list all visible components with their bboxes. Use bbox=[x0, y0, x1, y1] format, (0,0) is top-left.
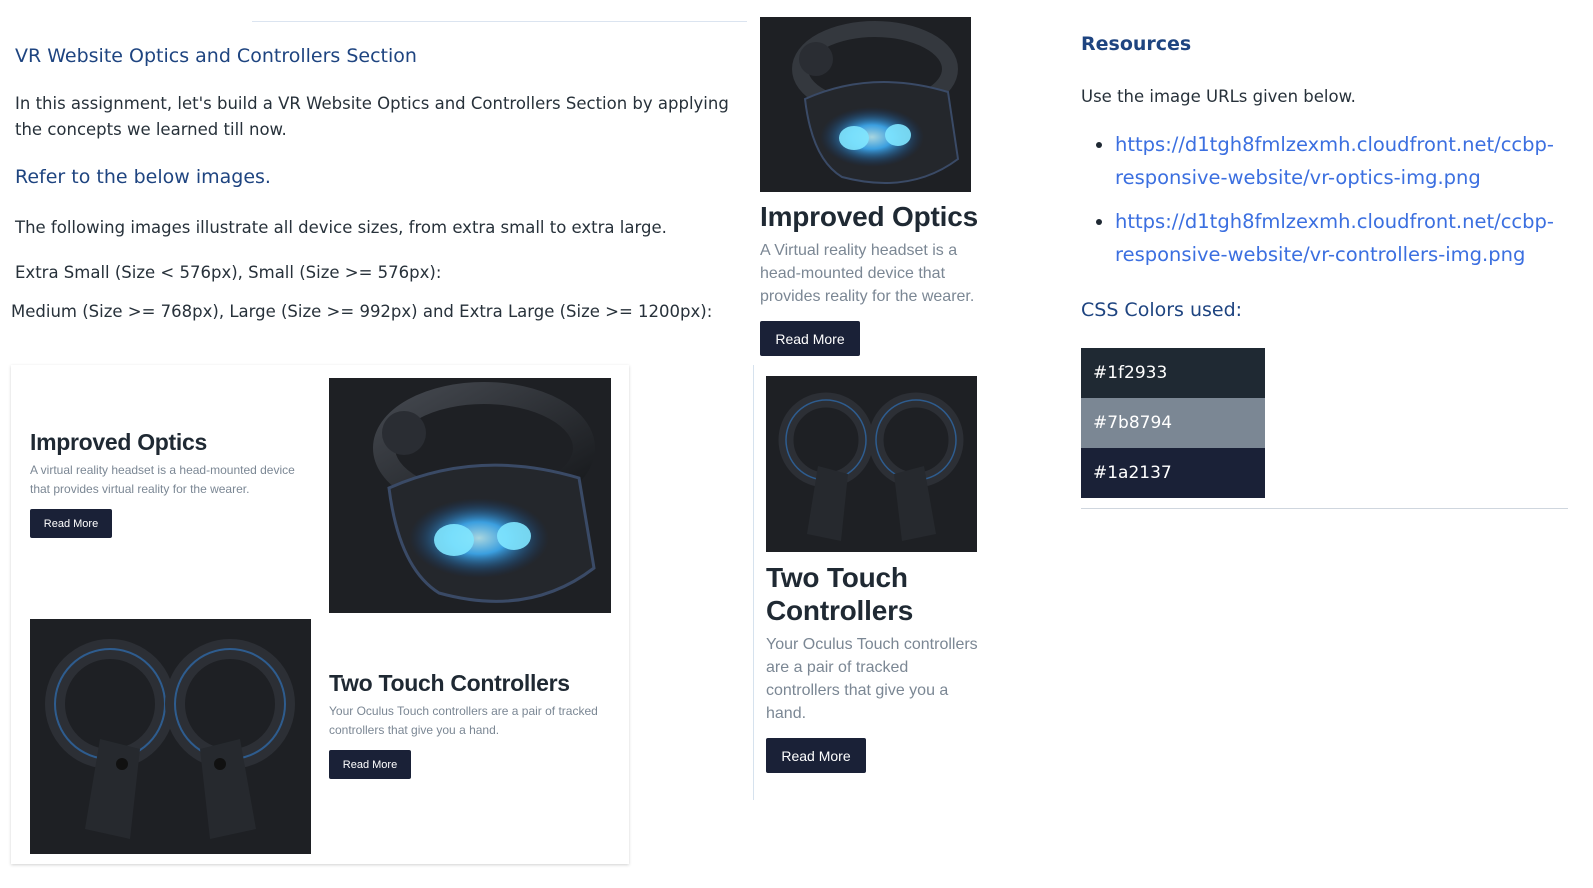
preview-divider bbox=[753, 365, 754, 800]
refer-heading: Refer to the below images. bbox=[15, 166, 271, 188]
mobile-optics-read-more-button[interactable]: Read More bbox=[760, 321, 860, 356]
mobile-controllers-description: Your Oculus Touch controllers are a pair… bbox=[766, 636, 978, 722]
optics-description: A virtual reality headset is a head-moun… bbox=[30, 463, 295, 496]
list-item: https://d1tgh8fmlzexmh.cloudfront.net/cc… bbox=[1115, 205, 1593, 271]
optics-heading: Improved Optics bbox=[30, 429, 207, 455]
mobile-controllers-read-more-button[interactable]: Read More bbox=[766, 738, 866, 773]
vr-headset-icon bbox=[329, 378, 611, 613]
intro-paragraph: In this assignment, let's build a VR Web… bbox=[15, 94, 729, 139]
mobile-optics-description: A Virtual reality headset is a head-moun… bbox=[760, 242, 975, 305]
device-sizes-text: The following images illustrate all devi… bbox=[15, 218, 667, 237]
vr-controllers-icon bbox=[766, 376, 977, 552]
xs-sm-label: Extra Small (Size < 576px), Small (Size … bbox=[15, 263, 442, 282]
vr-controllers-icon bbox=[30, 619, 311, 854]
color-swatch: #1a2137 bbox=[1081, 448, 1265, 498]
mobile-optics-image bbox=[760, 17, 971, 192]
color-swatch: #7b8794 bbox=[1081, 398, 1265, 448]
md-lg-xl-label: Medium (Size >= 768px), Large (Size >= 9… bbox=[11, 302, 713, 321]
mobile-controllers-image bbox=[766, 376, 977, 552]
controllers-description: Your Oculus Touch controllers are a pair… bbox=[329, 704, 598, 737]
optics-image-link[interactable]: https://d1tgh8fmlzexmh.cloudfront.net/cc… bbox=[1115, 133, 1554, 189]
controllers-read-more-button[interactable]: Read More bbox=[329, 750, 411, 779]
optics-read-more-button[interactable]: Read More bbox=[30, 509, 112, 538]
resource-links: https://d1tgh8fmlzexmh.cloudfront.net/cc… bbox=[1081, 128, 1593, 282]
list-item: https://d1tgh8fmlzexmh.cloudfront.net/cc… bbox=[1115, 128, 1593, 194]
color-swatch: #1f2933 bbox=[1081, 348, 1265, 398]
top-divider bbox=[252, 21, 747, 22]
css-colors-heading: CSS Colors used: bbox=[1081, 299, 1243, 321]
mobile-controllers-heading: Two Touch Controllers bbox=[766, 562, 914, 626]
vr-headset-icon bbox=[760, 17, 971, 192]
vr-controllers-image bbox=[30, 619, 311, 854]
resources-instruction: Use the image URLs given below. bbox=[1081, 87, 1356, 106]
desktop-preview: Improved Optics A virtual reality headse… bbox=[11, 365, 629, 864]
controllers-image-link[interactable]: https://d1tgh8fmlzexmh.cloudfront.net/cc… bbox=[1115, 210, 1554, 266]
controllers-heading: Two Touch Controllers bbox=[329, 670, 570, 696]
resources-heading: Resources bbox=[1081, 33, 1192, 55]
bottom-divider bbox=[1081, 508, 1568, 509]
page-title: VR Website Optics and Controllers Sectio… bbox=[15, 45, 417, 67]
vr-optics-image bbox=[329, 378, 611, 613]
mobile-optics-heading: Improved Optics bbox=[760, 201, 978, 232]
